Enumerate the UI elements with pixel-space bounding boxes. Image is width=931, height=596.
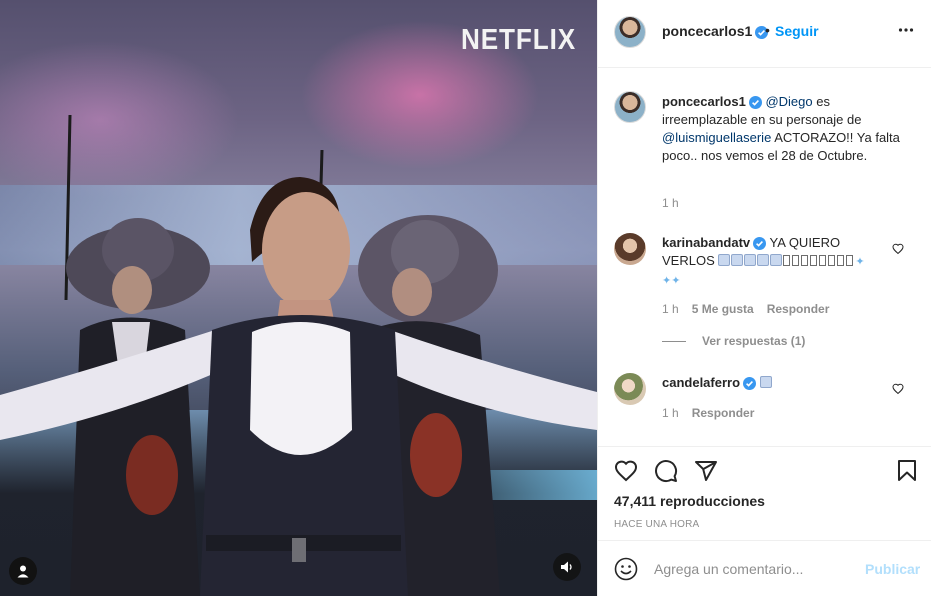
heart-icon	[614, 460, 638, 482]
emoji-icon	[614, 557, 638, 581]
like-button[interactable]	[614, 459, 638, 488]
post-header: poncecarlos1 • Seguir	[598, 0, 931, 68]
heart-outline-icon	[892, 383, 904, 395]
comment-input[interactable]	[654, 558, 854, 580]
tagged-users-button[interactable]	[9, 557, 37, 585]
comment-text: candelaferro	[662, 374, 886, 392]
post-timestamp[interactable]: HACE UNA HORA	[614, 519, 699, 530]
comment-username[interactable]: candelaferro	[662, 375, 740, 390]
like-comment-button[interactable]	[892, 382, 904, 400]
caption-time[interactable]: 1 h	[662, 196, 679, 210]
reply-button[interactable]: Responder	[767, 302, 830, 316]
comment-meta: 1 h 5 Me gusta Responder	[662, 302, 842, 316]
bookmark-icon	[898, 460, 916, 481]
add-comment-bar: Publicar	[598, 540, 931, 596]
author-username[interactable]: poncecarlos1	[662, 23, 752, 39]
comment-meta: 1 h Responder	[662, 406, 767, 420]
view-replies-button[interactable]: Ver respuestas (1)	[662, 334, 805, 348]
sparkle-emoji: ✦✦	[662, 275, 681, 287]
more-options-button[interactable]	[898, 22, 914, 43]
verified-badge-icon	[753, 237, 767, 251]
comment-time[interactable]: 1 h	[662, 406, 679, 420]
save-button[interactable]	[895, 459, 919, 488]
caption-avatar[interactable]	[614, 91, 646, 123]
commenter-avatar[interactable]	[614, 373, 646, 405]
performers-illustration	[0, 114, 597, 596]
share-icon	[695, 461, 717, 481]
emoji-picker-button[interactable]	[614, 557, 638, 586]
author-name-row: poncecarlos1	[662, 23, 769, 39]
mention-luismiguellaserie[interactable]: @luismiguellaserie	[662, 130, 771, 145]
post-video[interactable]: NETFLIX	[0, 0, 597, 596]
commenter-avatar[interactable]	[614, 233, 646, 265]
netflix-watermark: NETFLIX	[461, 24, 577, 56]
view-replies-label: Ver respuestas (1)	[702, 334, 806, 348]
header-separator: •	[765, 22, 770, 38]
follow-button[interactable]: Seguir	[775, 23, 819, 39]
share-button[interactable]	[694, 459, 718, 488]
comment-icon	[655, 460, 678, 483]
post-caption: poncecarlos1 @Diego es irreemplazable en…	[662, 93, 902, 165]
comment-button[interactable]	[654, 459, 678, 488]
replies-divider	[662, 341, 686, 343]
sparkle-emoji: ✦	[855, 256, 865, 268]
heart-outline-icon	[892, 243, 904, 255]
speaker-icon	[561, 561, 572, 573]
more-options-icon	[898, 28, 914, 32]
user-tag-icon	[17, 565, 29, 578]
comment-username[interactable]: karinabandatv	[662, 235, 750, 250]
author-avatar[interactable]	[614, 16, 646, 48]
mention-diego[interactable]: @Diego	[765, 94, 812, 109]
sound-toggle-button[interactable]	[553, 553, 581, 581]
crying-emoji-group	[718, 253, 783, 268]
unsupported-glyphs	[783, 253, 855, 268]
like-comment-button[interactable]	[892, 242, 904, 260]
caption-username[interactable]: poncecarlos1	[662, 94, 746, 109]
reply-button[interactable]: Responder	[692, 406, 755, 420]
post-actions: 47,411 reproducciones HACE UNA HORA	[598, 446, 931, 540]
verified-badge-icon	[743, 377, 757, 391]
view-count[interactable]: 47,411 reproducciones	[614, 493, 765, 509]
comment-likes[interactable]: 5 Me gusta	[692, 302, 754, 316]
verified-badge-icon	[748, 96, 762, 110]
post-details-panel: poncecarlos1 • Seguir poncecarlos1 @Dieg…	[597, 0, 931, 596]
crying-emoji	[759, 376, 772, 388]
comment-time[interactable]: 1 h	[662, 302, 679, 316]
publish-button[interactable]: Publicar	[865, 561, 920, 577]
comment-text: karinabandatv YA QUIERO VERLOS ✦ ✦✦	[662, 234, 886, 290]
